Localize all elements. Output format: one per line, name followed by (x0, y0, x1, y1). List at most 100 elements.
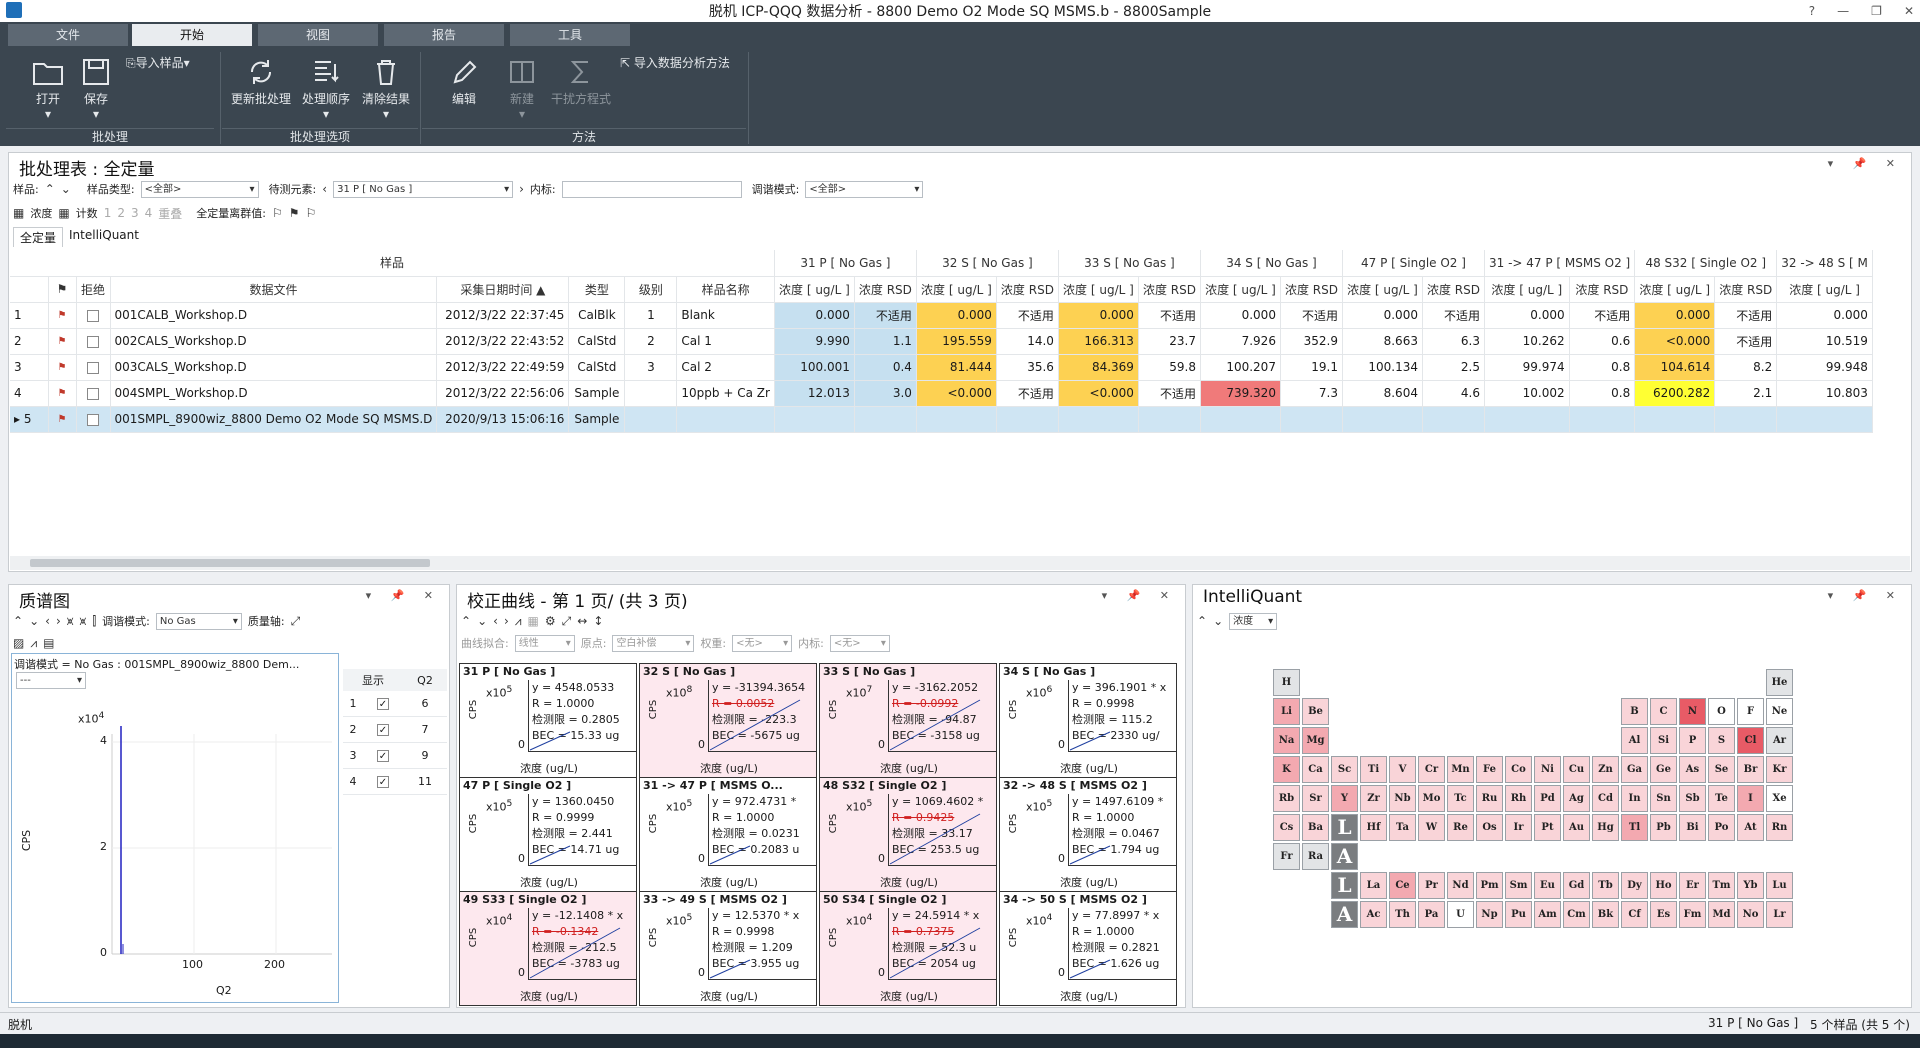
element-sr[interactable]: Sr (1302, 785, 1329, 812)
element-se[interactable]: Se (1708, 756, 1735, 783)
element-es[interactable]: Es (1650, 901, 1677, 928)
calibration-curve-cell[interactable]: 34 S [ No Gas ] CPS x106 y = 396.1901 * xR … (999, 663, 1177, 778)
flag-icon[interactable]: ⚑ (48, 302, 77, 329)
element-fr[interactable]: Fr (1273, 843, 1300, 870)
calibration-curve-cell[interactable]: 32 -> 48 S [ MSMS O2 ] CPS x105 y = 1497.61… (999, 777, 1177, 892)
element-mo[interactable]: Mo (1418, 785, 1445, 812)
element-pm[interactable]: Pm (1476, 872, 1503, 899)
tab-report[interactable]: 报告 (384, 24, 504, 46)
calibration-curve-cell[interactable]: 48 S32 [ Single O2 ] CPS x105 y = 1069.4602… (819, 777, 997, 892)
element-pd[interactable]: Pd (1534, 785, 1561, 812)
group-header-analyte[interactable]: 33 S [ No Gas ] (1058, 250, 1201, 277)
element-si[interactable]: Si (1650, 727, 1677, 754)
tab-intelliquant[interactable]: IntelliQuant (63, 227, 145, 247)
element-mn[interactable]: Mn (1447, 756, 1474, 783)
element-np[interactable]: Np (1476, 901, 1503, 928)
calibration-curve-cell[interactable]: 33 -> 49 S [ MSMS O2 ] CPS x105 y = 12.5370… (639, 891, 817, 1006)
element-v[interactable]: V (1389, 756, 1416, 783)
rsd-header[interactable]: 浓度 RSD (854, 276, 917, 303)
view-2-button[interactable]: 2 (117, 206, 125, 220)
checkbox[interactable] (87, 335, 99, 348)
element-ge[interactable]: Ge (1650, 756, 1677, 783)
element-nd[interactable]: Nd (1447, 872, 1474, 899)
reject-checkbox[interactable] (76, 406, 111, 433)
element-u[interactable]: U (1447, 901, 1474, 928)
element-cu[interactable]: Cu (1563, 756, 1590, 783)
element-l[interactable]: L (1331, 872, 1358, 899)
calibration-curve-cell[interactable]: 31 -> 47 P [ MSMS O... CPS x105 y = 972.473… (639, 777, 817, 892)
reject-checkbox[interactable] (76, 302, 111, 329)
conc-header[interactable]: 浓度 [ ug/L ] (1634, 276, 1716, 303)
element-hf[interactable]: Hf (1360, 814, 1387, 841)
element-la[interactable]: La (1360, 872, 1387, 899)
element-mg[interactable]: Mg (1302, 727, 1329, 754)
flag-icon[interactable]: ⚑ (48, 354, 77, 381)
mass-row[interactable]: 27 (343, 717, 447, 743)
element-gd[interactable]: Gd (1563, 872, 1590, 899)
conc-header[interactable]: 浓度 [ ug/L ] (916, 276, 997, 303)
element-lu[interactable]: Lu (1766, 872, 1793, 899)
rsd-header[interactable]: 浓度 RSD (1714, 276, 1778, 303)
element-re[interactable]: Re (1447, 814, 1474, 841)
element-sb[interactable]: Sb (1679, 785, 1706, 812)
flag-icon[interactable]: ⚑ (289, 206, 300, 220)
calibration-curve-cell[interactable]: 47 P [ Single O2 ] CPS x105 y = 1360.0450 R … (459, 777, 637, 892)
reject-checkbox[interactable] (76, 380, 111, 407)
arrow-up-icon[interactable]: ⌃ (1197, 614, 1207, 628)
calibration-panel-controls[interactable]: ▾ 📌 ✕ (1102, 589, 1177, 602)
element-k[interactable]: K (1273, 756, 1300, 783)
rsd-header[interactable]: 浓度 RSD (1280, 276, 1343, 303)
chevron-right-icon[interactable]: › (519, 182, 524, 196)
reject-checkbox[interactable] (76, 328, 111, 355)
open-button[interactable]: 打开 ▾ (28, 56, 68, 121)
grid-icon[interactable]: ▦ (528, 614, 539, 628)
element-te[interactable]: Te (1708, 785, 1735, 812)
spectrum-tune-select[interactable]: No Gas (155, 612, 242, 630)
view-3-button[interactable]: 3 (131, 206, 139, 220)
spectrum-panel-controls[interactable]: ▾ 📌 ✕ (366, 589, 441, 602)
minimize-button[interactable]: — (1837, 0, 1849, 22)
element-pb[interactable]: Pb (1650, 814, 1677, 841)
element-rb[interactable]: Rb (1273, 785, 1300, 812)
show-checkbox[interactable] (377, 698, 389, 710)
row-index[interactable]: ▸ 5 (10, 406, 49, 433)
origin-select[interactable]: 空白补偿 (612, 634, 695, 652)
mass-row[interactable]: 16 (343, 691, 447, 717)
checkbox[interactable] (87, 387, 99, 400)
settings-icon[interactable]: ⚙ (545, 614, 556, 628)
row-index[interactable]: 4 (10, 380, 49, 407)
flag-outline-icon[interactable]: ⚐ (306, 206, 317, 220)
process-order-button[interactable]: 处理顺序 ▾ (296, 56, 356, 121)
mass-row[interactable]: 4 11 (343, 769, 447, 795)
istd-select[interactable]: <无> (829, 634, 890, 652)
element-ru[interactable]: Ru (1476, 785, 1503, 812)
sample-name-header[interactable]: 样品名称 (676, 276, 775, 303)
element-no[interactable]: No (1737, 901, 1764, 928)
chevron-left-icon[interactable]: ‹ (322, 182, 327, 196)
element-ce[interactable]: Ce (1389, 872, 1416, 899)
element-fm[interactable]: Fm (1679, 901, 1706, 928)
conc-header[interactable]: 浓度 [ ug/L ] (1776, 276, 1873, 303)
element-as[interactable]: As (1679, 756, 1706, 783)
element-zr[interactable]: Zr (1360, 785, 1387, 812)
reject-checkbox[interactable] (76, 354, 111, 381)
rsd-header[interactable]: 浓度 RSD (1138, 276, 1201, 303)
import-sample-button[interactable]: ⎘导入样品▾ (126, 54, 208, 71)
element-ne[interactable]: Ne (1766, 698, 1793, 725)
conc-header[interactable]: 浓度 [ ug/L ] (1484, 276, 1570, 303)
element-bi[interactable]: Bi (1679, 814, 1706, 841)
conc-view-button[interactable]: 浓度 (30, 205, 52, 221)
chevron-down-icon[interactable]: ⌄ (29, 614, 39, 628)
row-index[interactable]: 3 (10, 354, 49, 381)
element-am[interactable]: Am (1534, 901, 1561, 928)
table-icon[interactable]: ▦ (13, 206, 24, 220)
sample-type-select[interactable]: <全部> (140, 180, 259, 198)
element-a[interactable]: A (1331, 901, 1358, 928)
calibration-curve-cell[interactable]: 31 P [ No Gas ] CPS x105 y = 4548.0533 R = 1… (459, 663, 637, 778)
checkbox[interactable] (87, 361, 99, 374)
element-cr[interactable]: Cr (1418, 756, 1445, 783)
element-in[interactable]: In (1621, 785, 1648, 812)
chevron-right-icon[interactable]: › (504, 614, 509, 628)
fit-select[interactable]: 线性 (514, 634, 575, 652)
show-checkbox[interactable] (377, 750, 389, 762)
